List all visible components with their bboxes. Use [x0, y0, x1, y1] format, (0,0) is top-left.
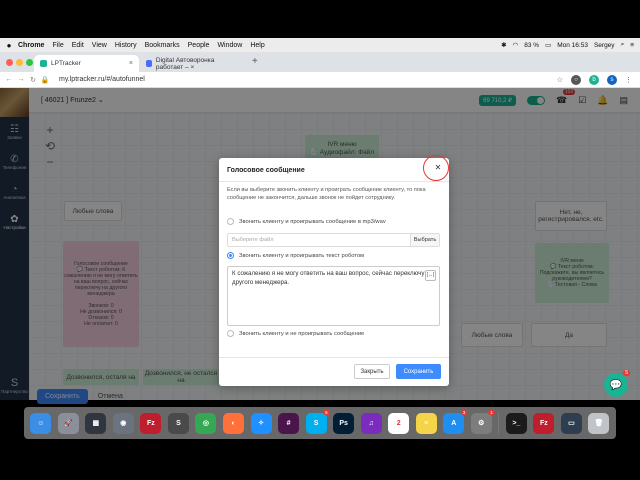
- option-no-message[interactable]: Звонить клиенту и не проигрывать сообщен…: [227, 330, 364, 337]
- dock-app-filezilla-icon[interactable]: Fz: [140, 412, 162, 434]
- dock-app-notes-icon[interactable]: ≡: [415, 412, 437, 434]
- mac-menubar: ● Chrome File Edit View History Bookmark…: [0, 38, 640, 52]
- dock-app-terminal-icon[interactable]: >_: [505, 412, 527, 434]
- dock-app-app-store-icon[interactable]: A3: [443, 409, 468, 434]
- digital-favicon-icon: [146, 60, 152, 67]
- back-icon[interactable]: ←: [3, 76, 15, 83]
- dialog-description: Если вы выберите звонить клиенту и проиг…: [227, 187, 426, 201]
- tab-lptracker[interactable]: LPTracker ×: [34, 55, 139, 72]
- chat-badge: 5: [623, 370, 630, 376]
- chrome-menu-icon[interactable]: ⋮: [625, 76, 632, 84]
- menu-list-icon[interactable]: ≡: [630, 42, 634, 49]
- option-label: Звонить клиенту и проигрывать сообщение …: [239, 218, 386, 225]
- window-close-icon[interactable]: [6, 59, 13, 66]
- dock-app-headphones-icon[interactable]: ♫: [360, 412, 382, 434]
- dock-badge: 3: [460, 409, 468, 415]
- variable-insert-icon[interactable]: [↔]: [425, 270, 436, 281]
- wifi-icon[interactable]: ◠: [513, 41, 519, 49]
- menu-people[interactable]: People: [188, 42, 210, 49]
- dock-app-mission-control-icon[interactable]: ▦: [85, 412, 107, 434]
- dock-app-safari-icon[interactable]: ✧: [250, 412, 272, 434]
- option-play-tts[interactable]: Звонить клиенту и проигрывать текст робо…: [227, 252, 364, 259]
- divider: [219, 357, 449, 358]
- menu-window[interactable]: Window: [217, 42, 242, 49]
- radio-button[interactable]: [227, 252, 234, 259]
- choose-file-button[interactable]: Выбрать: [411, 233, 440, 247]
- clock[interactable]: Mon 16:53: [557, 42, 588, 49]
- extension-green-icon[interactable]: b: [589, 74, 599, 85]
- tab-digital-autofunnel[interactable]: Digital Автоворонка работает – ×: [140, 55, 245, 72]
- menu-help[interactable]: Help: [250, 42, 264, 49]
- dock-separator: [498, 412, 500, 434]
- menu-history[interactable]: History: [115, 42, 137, 49]
- dock-app-skype-icon[interactable]: S6: [305, 409, 330, 434]
- dock-app-disk-utility-icon[interactable]: ◉: [112, 412, 134, 434]
- mac-dock: ☺ 🚀 ▦ ◉ Fz S ◎ ◐ ✧ # S 6 Ps ♫ 2 ≡ A 3 ⚙ 1 >_ Fz ▭ 🗑: [24, 407, 616, 439]
- tab-title: Digital Автоворонка работает – ×: [155, 56, 215, 71]
- tts-textarea[interactable]: К сожалению я не могу ответить на ваш во…: [227, 266, 440, 326]
- screen: ● Chrome File Edit View History Bookmark…: [0, 0, 640, 480]
- menu-file[interactable]: File: [52, 42, 63, 49]
- battery-icon: ▭: [545, 42, 552, 49]
- profile-avatar-icon[interactable]: s: [607, 74, 617, 85]
- apple-menu-icon[interactable]: ●: [0, 41, 18, 50]
- dock-app-sublime-text-icon[interactable]: S: [167, 412, 189, 434]
- menu-bookmarks[interactable]: Bookmarks: [145, 42, 180, 49]
- browser-tab-strip: LPTracker × Digital Автоворонка работает…: [0, 52, 640, 72]
- user-name[interactable]: Sergey: [594, 42, 615, 49]
- dialog-title: Голосовое сообщение: [227, 167, 305, 174]
- dock-app-launchpad-icon[interactable]: 🚀: [57, 412, 79, 434]
- option-label: Звонить клиенту и проигрывать текст робо…: [239, 252, 365, 259]
- chat-widget-button[interactable]: 💬 5: [604, 370, 630, 397]
- new-tab-button[interactable]: +: [252, 56, 258, 67]
- file-input[interactable]: Выберите файл: [227, 233, 411, 247]
- option-play-mp3[interactable]: Звонить клиенту и проигрывать сообщение …: [227, 218, 386, 225]
- menu-app-name[interactable]: Chrome: [18, 42, 44, 49]
- close-button[interactable]: Закрыть: [354, 364, 390, 379]
- dock-app-screenshot-icon[interactable]: ▭: [560, 412, 582, 434]
- close-icon[interactable]: ✕: [432, 162, 444, 174]
- address-bar[interactable]: my.lptracker.ru/#/autofunnel: [59, 76, 145, 83]
- dock-app-finder-icon[interactable]: ☺: [30, 412, 52, 434]
- radio-button[interactable]: [227, 218, 234, 225]
- dock-badge: 1: [488, 409, 495, 415]
- tts-text: К сожалению я не могу ответить на ваш во…: [232, 270, 434, 286]
- divider: [219, 181, 449, 182]
- search-icon[interactable]: ⌕: [621, 41, 625, 49]
- menu-edit[interactable]: Edit: [72, 42, 84, 49]
- reload-icon[interactable]: ↻: [27, 76, 39, 84]
- save-button[interactable]: Сохранить: [396, 364, 441, 379]
- lock-icon[interactable]: 🔒: [39, 76, 51, 84]
- tab-close-icon[interactable]: ×: [129, 60, 133, 67]
- lptracker-favicon-icon: [40, 60, 47, 67]
- dock-app-chrome-icon[interactable]: ◎: [195, 412, 217, 434]
- bluetooth-icon[interactable]: ✱: [501, 41, 506, 49]
- dock-app-system-preferences-icon[interactable]: ⚙ 1: [470, 409, 495, 434]
- browser-toolbar: ← → ↻ 🔒 my.lptracker.ru/#/autofunnel ☆ ○…: [0, 72, 640, 88]
- chat-icon: 💬: [609, 379, 623, 391]
- option-label: Звонить клиенту и не проигрывать сообщен…: [239, 330, 365, 337]
- forward-icon[interactable]: →: [15, 76, 27, 83]
- menubar-status-area: ✱ ◠ 83 % ▭ Mon 16:53 Sergey ⌕ ≡: [501, 41, 640, 49]
- dock-badge: 6: [323, 409, 330, 415]
- voice-message-dialog: Голосовое сообщение ✕ Если вы выберите з…: [219, 155, 449, 386]
- menu-view[interactable]: View: [92, 42, 107, 49]
- star-icon[interactable]: ☆: [557, 76, 563, 84]
- tab-title: LPTracker: [51, 60, 81, 67]
- extension-icon[interactable]: ○: [571, 74, 581, 85]
- extensions: ☆ ○ b s ⋮: [557, 74, 640, 85]
- dock-app-slack-icon[interactable]: #: [278, 412, 300, 434]
- dock-app-photoshop-icon[interactable]: Ps: [333, 412, 355, 434]
- window-minimize-icon[interactable]: [16, 59, 23, 66]
- dock-app-firefox-icon[interactable]: ◐: [222, 412, 244, 434]
- battery-percent[interactable]: 83 %: [524, 42, 539, 49]
- dock-app-trash-icon[interactable]: 🗑: [588, 412, 610, 434]
- radio-button[interactable]: [227, 330, 234, 337]
- file-picker: Выберите файл Выбрать: [227, 233, 440, 247]
- dock-app-calendar-icon[interactable]: 2: [388, 412, 410, 434]
- dock-app-filezilla-doc-icon[interactable]: Fz: [533, 412, 555, 434]
- window-zoom-icon[interactable]: [26, 59, 33, 66]
